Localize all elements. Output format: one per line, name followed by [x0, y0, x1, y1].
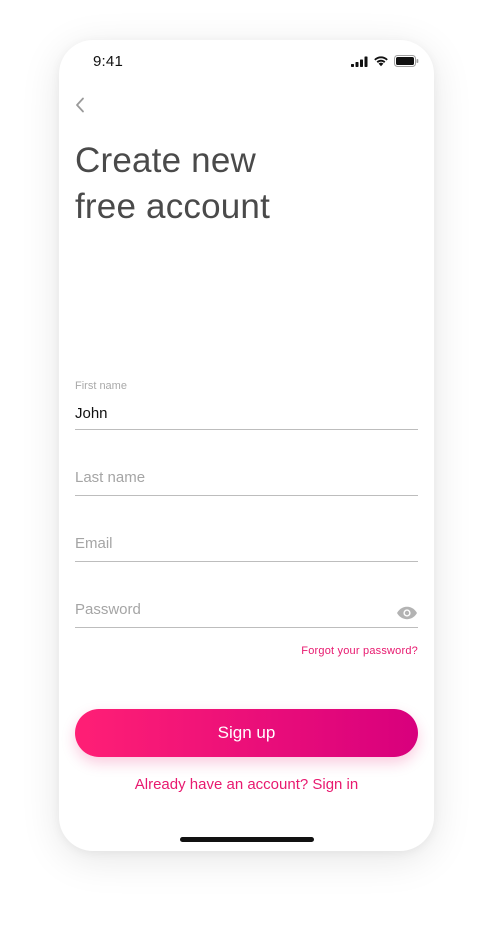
sign-in-link[interactable]: Already have an account? Sign in — [59, 776, 434, 793]
battery-icon — [394, 55, 419, 67]
last-name-input[interactable] — [75, 469, 375, 486]
signal-icon — [351, 56, 368, 67]
wifi-icon — [374, 56, 388, 67]
status-icons — [351, 55, 419, 67]
email-input[interactable] — [75, 535, 375, 552]
screen-background: 9:41 Create new free account First name … — [0, 0, 493, 930]
first-name-field[interactable]: First name John — [75, 380, 418, 430]
password-input[interactable] — [75, 601, 375, 618]
password-field[interactable] — [75, 598, 418, 628]
phone-frame: 9:41 Create new free account First name … — [59, 40, 434, 851]
sign-up-button[interactable]: Sign up — [75, 709, 418, 757]
page-title-line-1: Create new — [75, 141, 256, 180]
page-title-line-2: free account — [75, 187, 271, 226]
forgot-password-link[interactable]: Forgot your password? — [301, 645, 418, 657]
chevron-left-icon — [76, 97, 84, 113]
page-title: Create new free account — [75, 138, 395, 230]
home-indicator — [180, 837, 314, 842]
back-button[interactable] — [69, 94, 91, 116]
first-name-label: First name — [75, 380, 127, 392]
first-name-value[interactable]: John — [75, 405, 108, 422]
last-name-field[interactable] — [75, 466, 418, 496]
eye-icon[interactable] — [396, 606, 418, 620]
email-field[interactable] — [75, 532, 418, 562]
status-bar: 9:41 — [59, 40, 434, 84]
status-time: 9:41 — [93, 53, 123, 70]
